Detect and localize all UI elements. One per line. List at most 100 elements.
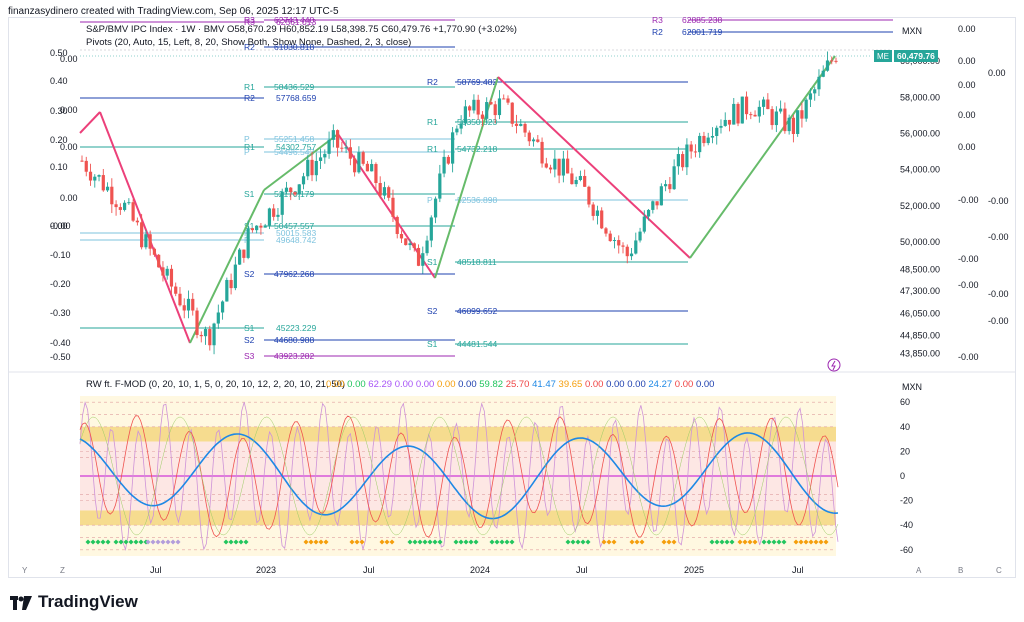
- price-axis-label: 58,000.00: [900, 92, 940, 102]
- candle-body: [736, 103, 740, 124]
- candle-body: [195, 310, 199, 335]
- candle-body: [681, 154, 685, 168]
- indicator-legend-value: 0.00: [347, 379, 369, 390]
- candle-body: [595, 210, 600, 216]
- pivot-value: 46099.652: [457, 306, 497, 316]
- candle-body: [148, 234, 152, 249]
- candle-body: [617, 240, 621, 246]
- overlay-left-label: -0.20: [50, 279, 71, 289]
- candle-body: [540, 141, 544, 164]
- bottom-button-right[interactable]: C: [996, 566, 1002, 575]
- candle-body: [497, 98, 502, 116]
- candle-body: [135, 220, 139, 223]
- candle-body: [510, 102, 514, 124]
- candle-body: [830, 60, 834, 62]
- bottom-button-right[interactable]: A: [916, 566, 922, 575]
- price-axis-label: 48,500.00: [900, 264, 940, 274]
- pivot-tag: S2: [244, 269, 255, 279]
- overlay-left-label: -0.50: [50, 352, 71, 362]
- candle-body: [131, 202, 135, 221]
- candle-body: [646, 209, 651, 217]
- pivot-lines: R362561.013R257768.659R154302.757P50015.…: [80, 15, 893, 361]
- indicator-legend-value: 0.00: [436, 379, 459, 390]
- indicator-legend-value: 0.00: [674, 379, 696, 390]
- overlay-right-label: 0.00: [958, 80, 976, 90]
- bottom-button-left[interactable]: Z: [60, 566, 65, 575]
- bottom-button-left[interactable]: Y: [22, 566, 28, 575]
- candle-body: [561, 158, 565, 176]
- pivot-tag: S1: [427, 257, 438, 267]
- bottom-button-right[interactable]: B: [958, 566, 963, 575]
- candle-body: [800, 110, 804, 119]
- candle-body: [808, 93, 813, 100]
- candle-body: [263, 225, 267, 228]
- candle-body: [502, 98, 506, 100]
- pivot-value: 52536.898: [457, 195, 497, 205]
- candle-body: [604, 228, 608, 234]
- candle-body: [105, 186, 110, 191]
- lightning-icon: [827, 358, 841, 372]
- candle-body: [608, 233, 612, 242]
- indicator-axis-label: 0: [900, 471, 905, 481]
- indicator-legend-value: 59.82: [479, 379, 506, 390]
- candle-body: [182, 305, 186, 311]
- candle-body: [834, 60, 838, 62]
- pivot-value: 58436.529: [274, 82, 314, 92]
- candle-body: [817, 76, 821, 90]
- time-axis-label: 2024: [470, 565, 490, 575]
- candle-body: [255, 225, 259, 231]
- candle-body: [651, 201, 655, 210]
- candle-body: [463, 106, 467, 124]
- candle-body: [412, 243, 416, 248]
- candle-body: [685, 144, 689, 168]
- candle-body: [779, 108, 783, 112]
- candle-body: [578, 175, 583, 181]
- indicator-legend-value: 0.00: [326, 379, 348, 390]
- candle-body: [719, 125, 723, 128]
- price-axis-label: 43,850.00: [900, 348, 940, 358]
- candle-body: [702, 135, 706, 144]
- candle-body: [642, 216, 646, 232]
- tradingview-brand[interactable]: TradingView: [10, 592, 138, 612]
- candle-body: [796, 110, 800, 134]
- candle-body: [451, 132, 455, 164]
- overlay-right-label: 0.00: [988, 68, 1006, 78]
- pivot-value: 56350.323: [457, 117, 497, 127]
- candle-body: [659, 186, 663, 206]
- candle-body: [293, 192, 297, 195]
- pivot-tag: P: [427, 195, 433, 205]
- candle-body: [774, 111, 778, 126]
- candle-body: [404, 238, 408, 246]
- candle-body: [429, 217, 433, 241]
- pivot-value: 48518.811: [457, 257, 497, 267]
- candle-body: [353, 158, 357, 173]
- candle-body: [306, 159, 310, 177]
- chart-canvas[interactable]: R362561.013R257768.659R154302.757P50015.…: [0, 0, 1024, 622]
- candle-body: [761, 99, 766, 107]
- indicator-legend-value: 25.70: [505, 379, 533, 390]
- candle-body: [399, 233, 404, 239]
- candle-body: [88, 171, 93, 181]
- candle-body: [553, 158, 557, 170]
- candle-body: [638, 231, 642, 241]
- indicator-legend-value: 0.00: [394, 379, 416, 390]
- indicator-legend-value: 0.00: [695, 379, 715, 390]
- zigzag-segment: [189, 189, 265, 344]
- candle-body: [634, 240, 638, 254]
- pivot-tag: R3: [652, 15, 663, 25]
- price-axis-label: 52,000.00: [900, 201, 940, 211]
- pivot-value: 43923.282: [274, 351, 314, 361]
- candle-body: [813, 89, 817, 94]
- candle-body: [225, 279, 229, 302]
- candle-body: [787, 117, 791, 132]
- candle-body: [770, 109, 774, 126]
- candle-body: [80, 160, 84, 162]
- candle-body: [416, 247, 421, 266]
- candle-body: [672, 166, 676, 190]
- indicator-axis-label: 40: [900, 422, 910, 432]
- candle-body: [523, 123, 527, 133]
- candle-body: [340, 147, 344, 149]
- candle-body: [753, 114, 757, 117]
- candle-body: [297, 184, 301, 195]
- pivot-tag: R2: [244, 93, 255, 103]
